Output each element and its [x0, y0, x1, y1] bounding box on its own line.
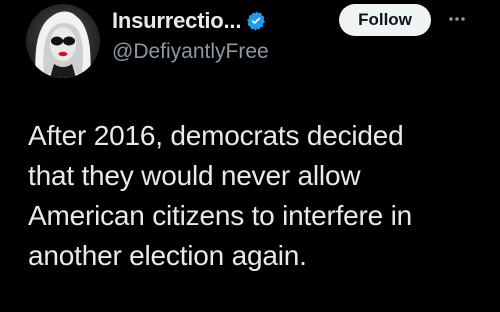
verified-badge-icon: [245, 10, 267, 32]
tweet-header: Insurrectio... @DefiyantlyFree Follow: [0, 0, 500, 90]
author-display-name[interactable]: Insurrectio...: [112, 8, 241, 34]
author-handle[interactable]: @DefiyantlyFree: [112, 40, 269, 64]
avatar[interactable]: [26, 4, 100, 78]
more-options-icon[interactable]: [446, 8, 468, 30]
tweet-text: After 2016, democrats decided that they …: [28, 120, 413, 271]
follow-button[interactable]: Follow: [339, 4, 431, 36]
woman-sunglasses-icon: [35, 11, 91, 78]
author-name-row: Insurrectio...: [112, 6, 267, 36]
